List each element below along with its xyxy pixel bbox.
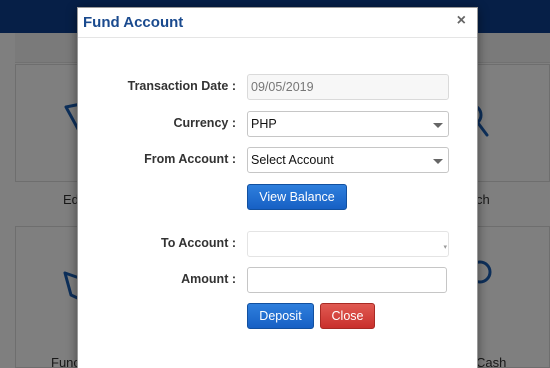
from-account-row: From Account : Select Account	[78, 147, 479, 173]
view-balance-button[interactable]: View Balance	[247, 184, 347, 210]
to-account-field[interactable]: ▾	[247, 231, 449, 257]
transaction-date-field: 09/05/2019	[247, 74, 449, 100]
modal-title: Fund Account	[83, 14, 184, 31]
currency-select[interactable]: PHP	[247, 111, 449, 137]
amount-label: Amount :	[181, 272, 236, 286]
deposit-button[interactable]: Deposit	[247, 303, 314, 329]
from-account-select[interactable]: Select Account	[247, 147, 449, 173]
close-icon[interactable]: ×	[457, 12, 466, 30]
fund-account-modal: Fund Account × Transaction Date : 09/05/…	[77, 7, 478, 368]
currency-label: Currency :	[173, 116, 236, 130]
amount-input[interactable]	[247, 267, 447, 293]
amount-row: Amount :	[78, 267, 479, 293]
to-account-label: To Account :	[161, 236, 236, 250]
currency-row: Currency : PHP	[78, 111, 479, 137]
transaction-date-label: Transaction Date :	[127, 79, 236, 93]
from-account-label: From Account :	[144, 152, 236, 166]
transaction-date-row: Transaction Date : 09/05/2019	[78, 74, 479, 100]
chevron-down-icon: ▾	[443, 244, 447, 251]
to-account-row: To Account : ▾	[78, 231, 479, 257]
modal-header: Fund Account ×	[78, 8, 477, 38]
close-button[interactable]: Close	[320, 303, 375, 329]
